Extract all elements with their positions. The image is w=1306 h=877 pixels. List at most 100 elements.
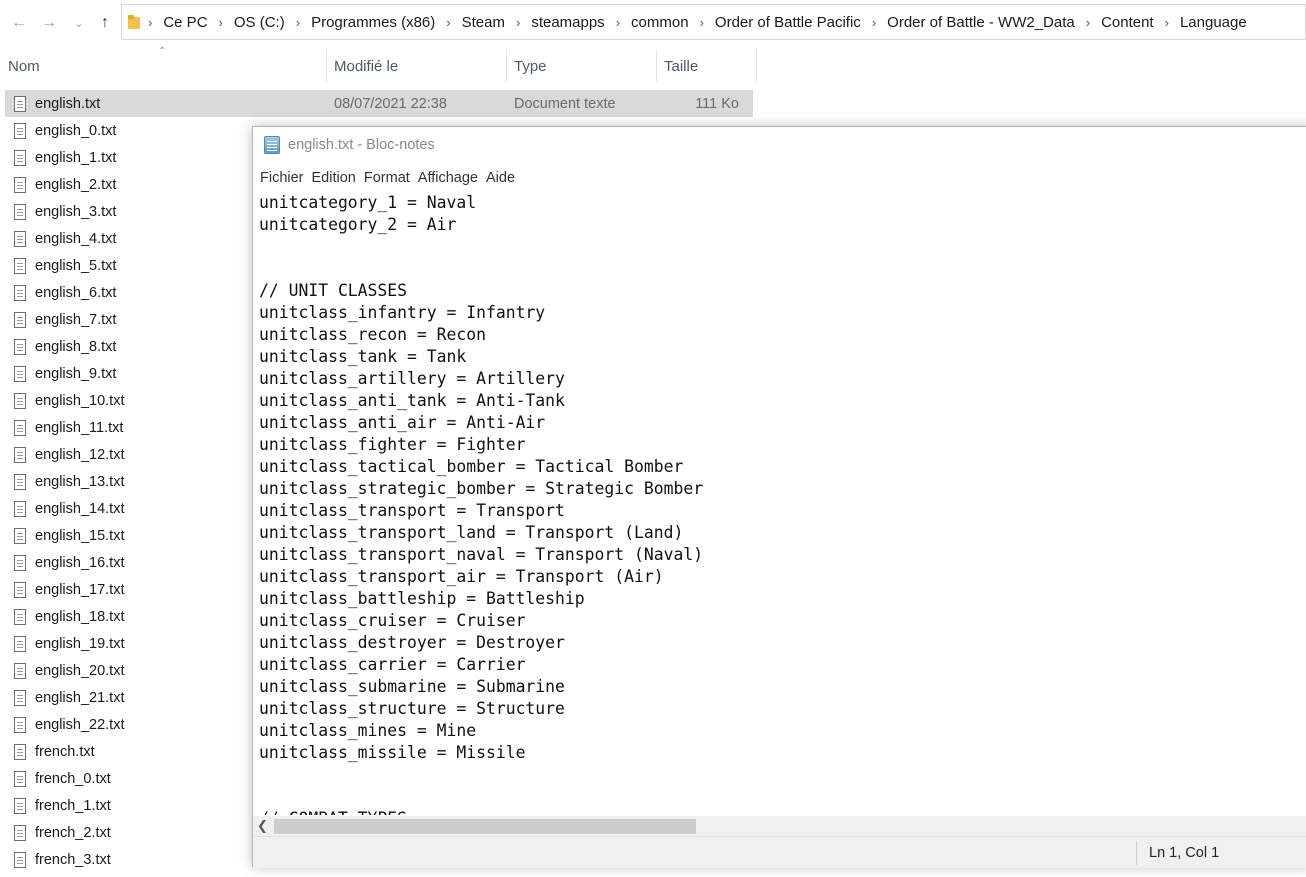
- text-line: // COMBAT TYPES: [259, 808, 1306, 815]
- text-file-icon: [14, 284, 26, 301]
- breadcrumb-separator-chevron-icon[interactable]: ›: [446, 15, 450, 30]
- text-file-icon: [14, 824, 26, 841]
- up-arrow-icon[interactable]: ↑: [92, 8, 118, 38]
- text-line: unitclass_submarine = Submarine: [259, 677, 565, 696]
- notepad-text-area[interactable]: unitcategory_1 = Naval unitcategory_2 = A…: [253, 191, 1306, 815]
- text-line: unitclass_infantry = Infantry: [259, 303, 546, 322]
- notepad-status-bar: Ln 1, Col 1: [253, 836, 1306, 868]
- text-file-icon: [14, 311, 26, 328]
- text-file-icon: [14, 95, 26, 112]
- notepad-menu-bar: Fichier Edition Format Affichage Aide: [253, 165, 516, 191]
- menu-item-edition[interactable]: Edition: [312, 170, 356, 186]
- breadcrumb-item[interactable]: OS (C:): [234, 14, 285, 31]
- text-line: unitclass_structure = Structure: [259, 699, 565, 718]
- back-arrow-icon[interactable]: ←: [6, 8, 32, 38]
- breadcrumb-separator-chevron-icon[interactable]: ›: [219, 15, 223, 30]
- recent-locations-chevron-icon[interactable]: ⌄: [66, 8, 92, 38]
- breadcrumb-item[interactable]: steamapps: [531, 14, 604, 31]
- explorer-navbar: ← → ⌄ ↑ › Ce PC › OS (C:) › Programmes (x86) ›…: [0, 0, 1306, 45]
- text-file-icon: [14, 473, 26, 490]
- column-header-name[interactable]: Nom: [8, 50, 40, 82]
- text-file-icon: [14, 581, 26, 598]
- text-line: // UNIT CLASSES: [259, 281, 408, 300]
- column-divider[interactable]: [326, 50, 327, 82]
- file-size: 111 Ko: [695, 95, 739, 112]
- text-line: unitclass_mines = Mine: [259, 721, 477, 740]
- notepad-title: english.txt - Bloc-notes: [288, 137, 435, 153]
- breadcrumb-item[interactable]: Content: [1101, 14, 1154, 31]
- sort-ascending-icon: ⌃: [158, 46, 167, 57]
- column-header-modified[interactable]: Modifié le: [334, 50, 398, 82]
- text-file-icon: [14, 419, 26, 436]
- text-file-icon: [14, 797, 26, 814]
- menu-item-affichage[interactable]: Affichage: [418, 170, 478, 186]
- address-bar[interactable]: › Ce PC › OS (C:) › Programmes (x86) › Steam › st…: [121, 4, 1306, 40]
- file-date: 08/07/2021 22:38: [334, 95, 447, 112]
- column-divider[interactable]: [756, 50, 757, 82]
- text-line: unitclass_destroyer = Destroyer: [259, 633, 565, 652]
- horizontal-scrollbar[interactable]: ❮: [253, 816, 1306, 836]
- breadcrumb-separator-chevron-icon[interactable]: ›: [296, 15, 300, 30]
- text-file-icon: [14, 500, 26, 517]
- breadcrumb-item[interactable]: Ce PC: [163, 14, 207, 31]
- breadcrumb-item[interactable]: Order of Battle - WW2_Data: [887, 14, 1075, 31]
- text-line: unitclass_strategic_bomber = Strategic B…: [259, 479, 704, 498]
- breadcrumb-item[interactable]: Language: [1180, 14, 1247, 31]
- text-line: unitclass_transport_land = Transport (La…: [259, 523, 684, 542]
- text-file-icon: [14, 743, 26, 760]
- text-line: unitclass_transport = Transport: [259, 501, 565, 520]
- breadcrumb-separator-chevron-icon[interactable]: ›: [616, 15, 620, 30]
- breadcrumb-separator-chevron-icon[interactable]: ›: [148, 15, 152, 30]
- text-file-icon: [14, 770, 26, 787]
- breadcrumb-separator-chevron-icon[interactable]: ›: [1086, 15, 1090, 30]
- breadcrumb-item[interactable]: common: [631, 14, 689, 31]
- text-line: unitclass_artillery = Artillery: [259, 369, 565, 388]
- text-file-icon: [14, 257, 26, 274]
- notepad-window[interactable]: english.txt - Bloc-notes Fichier Edition F…: [252, 126, 1306, 868]
- breadcrumb-item[interactable]: Order of Battle Pacific: [715, 14, 861, 31]
- text-line: unitclass_cruiser = Cruiser: [259, 611, 526, 630]
- scroll-left-arrow-icon[interactable]: ❮: [257, 816, 268, 836]
- column-divider[interactable]: [656, 50, 657, 82]
- menu-item-format[interactable]: Format: [364, 170, 410, 186]
- text-file-icon: [14, 176, 26, 193]
- column-header-size[interactable]: Taille: [664, 50, 698, 82]
- cursor-position: Ln 1, Col 1: [1149, 845, 1220, 861]
- menu-item-aide[interactable]: Aide: [486, 170, 515, 186]
- text-line: unitclass_anti_air = Anti-Air: [259, 413, 546, 432]
- text-file-icon: [14, 608, 26, 625]
- text-line: unitclass_fighter = Fighter: [259, 435, 526, 454]
- text-line: unitclass_transport_air = Transport (Air…: [259, 567, 664, 586]
- text-file-icon: [14, 392, 26, 409]
- breadcrumb-separator-chevron-icon[interactable]: ›: [1165, 15, 1169, 30]
- text-line: [259, 786, 1306, 808]
- text-file-icon: [14, 149, 26, 166]
- breadcrumb-separator-chevron-icon[interactable]: ›: [516, 15, 520, 30]
- text-line: unitcategory_1 = Naval: [259, 193, 477, 212]
- text-file-icon: [14, 122, 26, 139]
- text-line: unitclass_anti_tank = Anti-Tank: [259, 391, 565, 410]
- notepad-app-icon: [264, 136, 280, 154]
- breadcrumb-item[interactable]: Programmes (x86): [311, 14, 435, 31]
- breadcrumb-separator-chevron-icon[interactable]: ›: [700, 15, 704, 30]
- column-divider[interactable]: [506, 50, 507, 82]
- menu-item-fichier[interactable]: Fichier: [260, 170, 304, 186]
- folder-icon: [128, 15, 140, 29]
- text-file-icon: [14, 689, 26, 706]
- text-file-icon: [14, 446, 26, 463]
- notepad-title-bar[interactable]: english.txt - Bloc-notes: [253, 127, 1306, 163]
- text-file-icon: [14, 554, 26, 571]
- text-line: unitclass_battleship = Battleship: [259, 589, 585, 608]
- status-divider: [1136, 841, 1137, 865]
- breadcrumb: › Ce PC › OS (C:) › Programmes (x86) › Steam › st…: [146, 14, 1247, 31]
- horizontal-scroll-thumb[interactable]: [274, 819, 696, 834]
- file-row[interactable]: english.txt 08/07/2021 22:38 Document text…: [5, 90, 753, 117]
- text-file-icon: [14, 662, 26, 679]
- file-type: Document texte: [514, 95, 616, 112]
- breadcrumb-separator-chevron-icon[interactable]: ›: [872, 15, 876, 30]
- forward-arrow-icon[interactable]: →: [36, 8, 62, 38]
- text-line: unitcategory_2 = Air: [259, 215, 457, 234]
- text-file-icon: [14, 851, 26, 868]
- column-header-type[interactable]: Type: [514, 50, 547, 82]
- breadcrumb-item[interactable]: Steam: [462, 14, 505, 31]
